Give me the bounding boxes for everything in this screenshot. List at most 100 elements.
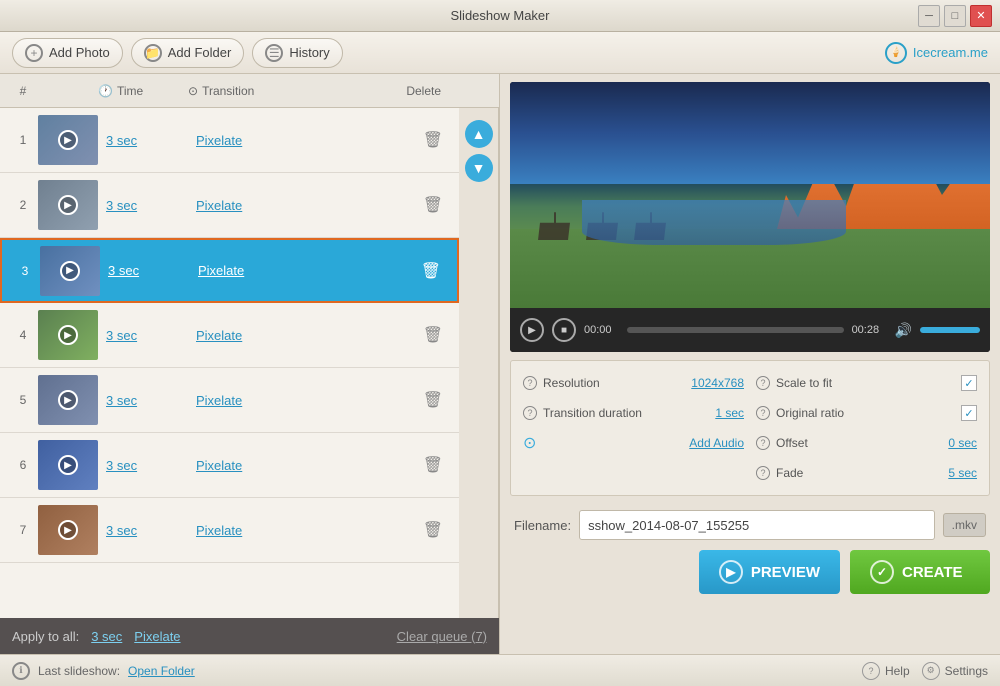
progress-bar[interactable] — [627, 327, 844, 333]
slide-list: 1 ▶ 3 sec Pixelate 🗑 2 ▶ 3 sec Pixelate … — [0, 108, 459, 618]
play-button[interactable]: ▶ — [520, 318, 544, 342]
slide-transition[interactable]: Pixelate — [196, 328, 242, 343]
settings-button[interactable]: ⚙ Settings — [922, 662, 988, 680]
scale-to-fit-row: ? Scale to fit ✓ — [756, 371, 977, 395]
video-controls: ▶ ■ 00:00 00:28 🔊 — [510, 308, 990, 352]
slide-number: 4 — [8, 328, 38, 342]
add-photo-button[interactable]: + Add Photo — [12, 38, 123, 68]
original-ratio-row: ? Original ratio ✓ — [756, 401, 977, 425]
slide-thumbnail: ▶ — [38, 310, 98, 360]
scale-to-fit-help-icon[interactable]: ? — [756, 376, 770, 390]
slide-thumbnail: ▶ — [38, 440, 98, 490]
slide-row[interactable]: 7 ▶ 3 sec Pixelate 🗑 — [0, 498, 459, 563]
slide-time[interactable]: 3 sec — [106, 328, 137, 343]
delete-button[interactable]: 🗑 — [423, 455, 451, 475]
original-ratio-checkbox[interactable]: ✓ — [961, 405, 977, 421]
delete-button[interactable]: 🗑 — [423, 195, 451, 215]
add-audio-back-icon[interactable]: ⊙ — [523, 433, 536, 453]
close-button[interactable]: ✕ — [970, 5, 992, 27]
video-preview: ▶ ■ 00:00 00:28 🔊 — [510, 82, 990, 352]
offset-value[interactable]: 0 sec — [948, 436, 977, 450]
filename-label: Filename: — [514, 518, 571, 533]
video-scene — [510, 82, 990, 308]
clock-icon: 🕐 — [98, 84, 113, 98]
slide-transition[interactable]: Pixelate — [196, 523, 242, 538]
volume-icon[interactable]: 🔊 — [895, 322, 912, 339]
open-folder-link[interactable]: Open Folder — [128, 664, 195, 678]
bottom-right-actions: ? Help ⚙ Settings — [862, 662, 988, 680]
resolution-row: ? Resolution 1024x768 — [523, 371, 744, 395]
resolution-help-icon[interactable]: ? — [523, 376, 537, 390]
resolution-label: Resolution — [543, 376, 600, 390]
slide-row[interactable]: 5 ▶ 3 sec Pixelate 🗑 — [0, 368, 459, 433]
table-header: # 🕐 Time ⊙ Transition Delete — [0, 74, 499, 108]
thumb-play-icon: ▶ — [58, 455, 78, 475]
slide-number: 6 — [8, 458, 38, 472]
stop-button[interactable]: ■ — [552, 318, 576, 342]
action-row: Filename: .mkv — [510, 504, 990, 540]
slide-row[interactable]: 6 ▶ 3 sec Pixelate 🗑 — [0, 433, 459, 498]
offset-help-icon[interactable]: ? — [756, 436, 770, 450]
delete-button[interactable]: 🗑 — [423, 325, 451, 345]
move-down-button[interactable]: ▼ — [465, 154, 493, 182]
help-button[interactable]: ? Help — [862, 662, 910, 680]
add-audio-button[interactable]: Add Audio — [689, 436, 744, 450]
delete-button[interactable]: 🗑 — [423, 390, 451, 410]
add-audio-row: ⊙ Add Audio — [523, 431, 744, 455]
slide-row[interactable]: 4 ▶ 3 sec Pixelate 🗑 — [0, 303, 459, 368]
apply-label: Apply to all: — [12, 629, 79, 644]
delete-button[interactable]: 🗑 — [423, 520, 451, 540]
add-folder-button[interactable]: 📁 Add Folder — [131, 38, 245, 68]
slide-time[interactable]: 3 sec — [106, 458, 137, 473]
slide-thumbnail: ▶ — [40, 246, 100, 296]
apply-transition[interactable]: Pixelate — [134, 629, 180, 644]
delete-button[interactable]: 🗑 — [421, 261, 449, 281]
original-ratio-help-icon[interactable]: ? — [756, 406, 770, 420]
filename-input[interactable] — [579, 510, 935, 540]
preview-button[interactable]: ▶ PREVIEW — [699, 550, 840, 594]
maximize-button[interactable]: □ — [944, 5, 966, 27]
fade-value[interactable]: 5 sec — [948, 466, 977, 480]
slide-time[interactable]: 3 sec — [106, 523, 137, 538]
slide-row[interactable]: 3 ▶ 3 sec Pixelate 🗑 — [0, 238, 459, 303]
thumb-play-icon: ▶ — [58, 130, 78, 150]
help-icon: ? — [862, 662, 880, 680]
volume-bar[interactable] — [920, 327, 980, 333]
transition-duration-label: Transition duration — [543, 406, 642, 420]
slide-row[interactable]: 2 ▶ 3 sec Pixelate 🗑 — [0, 173, 459, 238]
apply-time[interactable]: 3 sec — [91, 629, 122, 644]
minimize-button[interactable]: ─ — [918, 5, 940, 27]
thumb-play-icon: ▶ — [60, 261, 80, 281]
clear-queue-button[interactable]: Clear queue (7) — [397, 629, 487, 644]
slide-transition[interactable]: Pixelate — [196, 133, 242, 148]
slide-time[interactable]: 3 sec — [106, 198, 137, 213]
slide-time[interactable]: 3 sec — [106, 393, 137, 408]
resolution-value[interactable]: 1024x768 — [691, 376, 744, 390]
last-slideshow-label: Last slideshow: — [38, 664, 120, 678]
col-header-num: # — [8, 84, 38, 98]
slide-time[interactable]: 3 sec — [106, 133, 137, 148]
create-button[interactable]: ✓ CREATE — [850, 550, 990, 594]
fade-help-icon[interactable]: ? — [756, 466, 770, 480]
add-photo-icon: + — [25, 44, 43, 62]
slide-transition[interactable]: Pixelate — [198, 263, 244, 278]
slide-list-panel: # 🕐 Time ⊙ Transition Delete 1 ▶ 3 — [0, 74, 500, 654]
slide-transition[interactable]: Pixelate — [196, 393, 242, 408]
slide-row[interactable]: 1 ▶ 3 sec Pixelate 🗑 — [0, 108, 459, 173]
slide-transition[interactable]: Pixelate — [196, 198, 242, 213]
slide-time[interactable]: 3 sec — [108, 263, 139, 278]
transition-duration-help-icon[interactable]: ? — [523, 406, 537, 420]
thumb-play-icon: ▶ — [58, 390, 78, 410]
delete-button[interactable]: 🗑 — [423, 130, 451, 150]
slide-transition[interactable]: Pixelate — [196, 458, 242, 473]
settings-icon: ⚙ — [922, 662, 940, 680]
create-icon: ✓ — [870, 560, 894, 584]
history-button[interactable]: ☰ History — [252, 38, 342, 68]
transition-duration-value[interactable]: 1 sec — [715, 406, 744, 420]
transition-icon: ⊙ — [188, 84, 198, 98]
scale-to-fit-checkbox[interactable]: ✓ — [961, 375, 977, 391]
thumb-play-icon: ▶ — [58, 325, 78, 345]
toolbar: + Add Photo 📁 Add Folder ☰ History 🍦 Ice… — [0, 32, 1000, 74]
col-header-transition: ⊙ Transition — [188, 84, 328, 98]
move-up-button[interactable]: ▲ — [465, 120, 493, 148]
